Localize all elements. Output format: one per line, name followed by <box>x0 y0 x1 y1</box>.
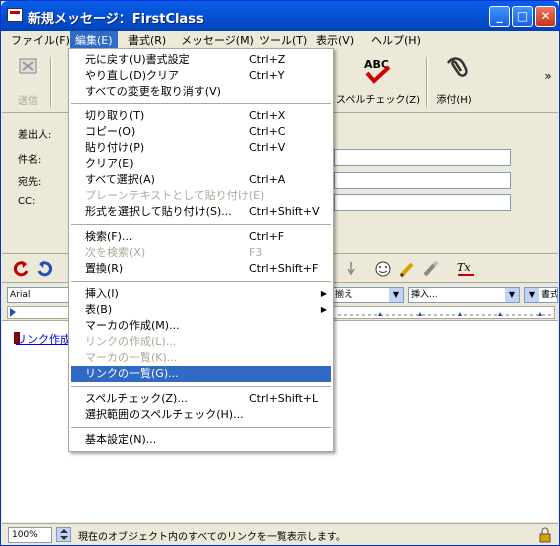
zoom-stepper-icon[interactable] <box>56 527 72 543</box>
menu-separator <box>71 224 331 225</box>
style-select[interactable]: ▼ 書式設 <box>524 287 558 303</box>
smiley-icon[interactable] <box>374 260 392 278</box>
menu-item-spellcheck-selection[interactable]: 選択範囲のスペルチェック(H)... <box>71 407 331 423</box>
lock-icon <box>539 527 551 543</box>
menu-item-marker-list[interactable]: マーカの一覧(K)... <box>71 350 331 366</box>
minimize-button[interactable]: _ <box>489 6 510 27</box>
menu-item-revert-all[interactable]: すべての変更を取り消す(V) <box>71 84 331 100</box>
clear-format-icon[interactable]: Tx <box>456 260 478 278</box>
spellcheck-button[interactable]: ABC スペルチェック(Z) <box>336 55 420 106</box>
menu-item-table[interactable]: 表(B) ▶ <box>71 302 331 318</box>
menu-separator <box>71 103 331 104</box>
toolbar-overflow-button[interactable]: » <box>542 69 554 83</box>
menu-item-select-all[interactable]: すべて選択(A) Ctrl+A <box>71 172 331 188</box>
to-field[interactable] <box>334 172 511 189</box>
svg-text:Tx: Tx <box>457 261 471 274</box>
insert-value: 挿入... <box>411 290 438 300</box>
zoom-value: 100% <box>12 530 38 540</box>
submenu-arrow-icon: ▶ <box>320 289 327 298</box>
submenu-arrow-icon: ▶ <box>320 305 327 314</box>
paperclip-icon <box>446 57 468 77</box>
menu-item-insert[interactable]: 挿入(I) ▶ <box>71 286 331 302</box>
highlighter-icon[interactable] <box>398 260 416 278</box>
toolbar-separator <box>426 57 428 107</box>
chevron-down-icon: ▼ <box>505 288 519 302</box>
from-label: 差出人: <box>18 130 52 141</box>
to-label: 宛先: <box>18 177 42 188</box>
status-bar: 100% 現在のオブジェクト内のすべてのリンクを一覧表示します。 <box>2 523 558 545</box>
menu-separator <box>71 427 331 428</box>
status-text: 現在のオブジェクト内のすべてのリンクを一覧表示します。 <box>78 532 346 543</box>
font-value: Arial <box>10 290 31 300</box>
edit-menu-dropdown: 元に戻す(U)書式設定 Ctrl+Z やり直し(D)クリア Ctrl+Y すべての変… <box>68 48 334 452</box>
title-bar[interactable]: 新規メッセージ：FirstClass _ □ ✕ <box>1 1 559 31</box>
send-button[interactable]: 送信 <box>8 55 48 107</box>
align-value: 揃え <box>335 290 354 300</box>
cc-field[interactable] <box>334 194 511 211</box>
cc-label: CC: <box>18 196 36 207</box>
menu-item-copy[interactable]: コピー(O) Ctrl+C <box>71 124 331 140</box>
menu-item-create-link[interactable]: リンクの作成(L)... <box>71 334 331 350</box>
menu-item-create-marker[interactable]: マーカの作成(M)... <box>71 318 331 334</box>
attach-button[interactable]: 添付(H) <box>432 55 476 106</box>
style-value: 書式設 <box>541 290 557 300</box>
menu-item-redo[interactable]: やり直し(D)クリア Ctrl+Y <box>71 68 331 84</box>
menu-separator <box>71 386 331 387</box>
chevron-down-icon: ▼ <box>525 288 539 302</box>
eraser-icon[interactable] <box>422 260 440 278</box>
menu-item-paste-plain[interactable]: プレーンテキストとして貼り付け(E) <box>71 188 331 204</box>
link-create-text[interactable]: リンク作成 <box>16 331 71 347</box>
menu-item-find-next[interactable]: 次を検索(X) F3 <box>71 245 331 261</box>
menu-item-clear[interactable]: クリア(E) <box>71 156 331 172</box>
subject-field[interactable] <box>334 149 511 166</box>
spellcheck-icon: ABC <box>364 58 391 84</box>
maximize-button[interactable]: □ <box>512 6 533 27</box>
font-select[interactable]: Arial <box>7 287 69 303</box>
menu-item-link-list[interactable]: リンクの一覧(G)... <box>71 366 331 382</box>
attach-label: 添付(H) <box>436 95 472 106</box>
redo-icon[interactable] <box>36 260 54 278</box>
subject-label: 件名: <box>18 155 42 166</box>
menu-item-spellcheck[interactable]: スペルチェック(Z)... Ctrl+Shift+L <box>71 391 331 407</box>
insert-select[interactable]: 挿入... ▼ <box>408 287 520 303</box>
menu-help[interactable]: ヘルプ(H) <box>366 31 426 50</box>
toolbar-separator <box>50 57 52 107</box>
menu-file[interactable]: ファイル(F) <box>6 31 75 50</box>
menu-separator <box>71 281 331 282</box>
send-label: 送信 <box>18 96 38 107</box>
format-icon[interactable] <box>344 260 358 278</box>
close-button[interactable]: ✕ <box>535 6 556 27</box>
spellcheck-label: スペルチェック(Z) <box>336 95 420 106</box>
window-title: 新規メッセージ：FirstClass <box>28 12 204 27</box>
align-select[interactable]: 揃え ▼ <box>332 287 404 303</box>
menu-item-undo[interactable]: 元に戻す(U)書式設定 Ctrl+Z <box>71 52 331 68</box>
send-icon <box>19 58 37 74</box>
menu-item-cut[interactable]: 切り取り(T) Ctrl+X <box>71 108 331 124</box>
menu-item-preferences[interactable]: 基本設定(N)... <box>71 432 331 448</box>
menu-item-paste[interactable]: 貼り付け(P) Ctrl+V <box>71 140 331 156</box>
undo-icon[interactable] <box>12 260 30 278</box>
menu-item-paste-special[interactable]: 形式を選択して貼り付け(S)... Ctrl+Shift+V <box>71 204 331 220</box>
chevron-down-icon: ▼ <box>389 288 403 302</box>
menu-item-find[interactable]: 検索(F)... Ctrl+F <box>71 229 331 245</box>
menu-item-replace[interactable]: 置換(R) Ctrl+Shift+F <box>71 261 331 277</box>
zoom-select[interactable]: 100% <box>8 527 52 543</box>
app-icon <box>7 8 23 22</box>
